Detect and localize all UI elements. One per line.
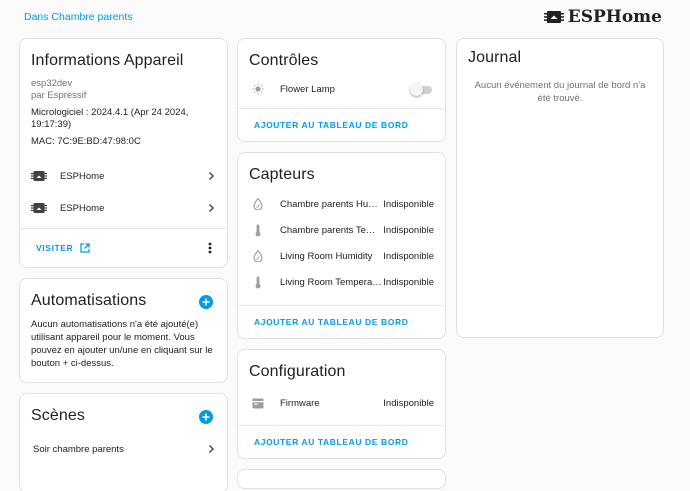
esphome-logo-icon xyxy=(543,11,564,23)
add-scene-button[interactable] xyxy=(199,410,213,424)
entity-row-sensor[interactable]: Chambre parents Humidity Indisponible xyxy=(238,191,445,217)
sensors-title: Capteurs xyxy=(249,166,315,183)
sensors-add-to-dashboard-button[interactable]: AJOUTER AU TABLEAU DE BORD xyxy=(238,306,445,338)
device-link-label: ESPHome xyxy=(60,202,105,214)
plus-icon xyxy=(202,298,210,306)
brand-name: ESPHome xyxy=(567,7,662,27)
logbook-empty-text: Aucun événement du journal de bord n'a é… xyxy=(474,80,646,104)
entity-name: Chambre parents Temperature xyxy=(280,224,382,236)
entity-row-sensor[interactable]: Living Room Temperature Indisponible xyxy=(238,269,445,295)
thermometer-icon xyxy=(251,275,265,289)
entity-name: Flower Lamp xyxy=(280,83,335,95)
visit-label: VISITER xyxy=(36,243,74,253)
next-card-partial xyxy=(237,469,446,489)
entity-row-flower-lamp[interactable]: Flower Lamp xyxy=(238,78,445,100)
light-bulb-icon xyxy=(251,82,265,96)
entity-row-firmware[interactable]: Firmware Indisponible xyxy=(238,390,445,416)
chevron-right-icon xyxy=(209,445,214,453)
water-percent-icon xyxy=(251,197,265,211)
device-link-label: ESPHome xyxy=(60,170,105,182)
scene-item[interactable]: Soir chambre parents xyxy=(20,433,227,465)
automations-title: Automatisations xyxy=(31,292,147,309)
device-link-esphome-1[interactable]: ESPHome xyxy=(20,160,227,192)
chevron-right-icon xyxy=(209,172,214,180)
add-automation-button[interactable] xyxy=(199,295,213,309)
device-info-actions: VISITER xyxy=(20,229,227,267)
entity-name: Living Room Humidity xyxy=(280,250,373,262)
column-middle: Contrôles Flower Lamp AJOUTER AU TABLEAU… xyxy=(237,38,446,491)
brand-logo: ESPHome xyxy=(543,7,662,27)
entity-state: Indisponible xyxy=(383,250,434,262)
device-model: esp32dev xyxy=(31,78,73,89)
device-info-title: Informations Appareil xyxy=(31,52,184,69)
esphome-chip-icon xyxy=(31,203,47,213)
device-link-esphome-2[interactable]: ESPHome xyxy=(20,192,227,224)
sensors-card: Capteurs Chambre parents Humidity Indisp… xyxy=(237,152,446,339)
column-right: Journal Aucun événement du journal de bo… xyxy=(456,38,664,348)
controls-add-to-dashboard-button[interactable]: AJOUTER AU TABLEAU DE BORD xyxy=(238,109,445,141)
device-manufacturer: par Espressif xyxy=(31,90,87,101)
configuration-card: Configuration Firmware Indisponible AJOU… xyxy=(237,349,446,459)
flower-lamp-toggle[interactable] xyxy=(410,83,434,96)
entity-state: Indisponible xyxy=(383,397,434,409)
device-info-card: Informations Appareil esp32dev par Espre… xyxy=(19,38,228,268)
scenes-title: Scènes xyxy=(31,407,85,424)
automations-card: Automatisations Aucun automatisations n'… xyxy=(19,278,228,383)
breadcrumb-area-link[interactable]: Dans Chambre parents xyxy=(24,11,133,23)
entity-state: Indisponible xyxy=(383,224,434,236)
configuration-title: Configuration xyxy=(249,363,346,380)
top-bar: Dans Chambre parents ESPHome xyxy=(0,0,690,36)
more-vertical-icon[interactable] xyxy=(205,241,215,255)
logbook-title: Journal xyxy=(468,49,522,66)
plus-icon xyxy=(202,413,210,421)
entity-row-sensor[interactable]: Chambre parents Temperature Indisponible xyxy=(238,217,445,243)
column-left: Informations Appareil esp32dev par Espre… xyxy=(19,38,228,491)
entity-state: Indisponible xyxy=(383,276,434,288)
entity-row-sensor[interactable]: Living Room Humidity Indisponible xyxy=(238,243,445,269)
logbook-card: Journal Aucun événement du journal de bo… xyxy=(456,38,664,338)
package-icon xyxy=(251,396,265,410)
entity-state: Indisponible xyxy=(383,198,434,210)
entity-name: Firmware xyxy=(280,397,320,409)
device-firmware: Micrologiciel : 2024.4.1 (Apr 24 2024, 1… xyxy=(31,107,189,130)
controls-card: Contrôles Flower Lamp AJOUTER AU TABLEAU… xyxy=(237,38,446,142)
device-info-details: esp32dev par Espressif Micrologiciel : 2… xyxy=(20,78,227,148)
toggle-knob xyxy=(410,83,423,96)
entity-name: Chambre parents Humidity xyxy=(280,198,382,210)
scenes-card: Scènes Soir chambre parents xyxy=(19,393,228,491)
visit-button[interactable]: VISITER xyxy=(36,243,90,253)
entity-name: Living Room Temperature xyxy=(280,276,382,288)
device-mac: MAC: 7C:9E:BD:47:98:0C xyxy=(31,136,141,147)
open-in-new-icon xyxy=(80,243,90,253)
configuration-add-to-dashboard-button[interactable]: AJOUTER AU TABLEAU DE BORD xyxy=(238,426,445,458)
thermometer-icon xyxy=(251,223,265,237)
chevron-right-icon xyxy=(209,204,214,212)
controls-title: Contrôles xyxy=(249,52,319,69)
scene-item-label: Soir chambre parents xyxy=(33,443,124,455)
esphome-chip-icon xyxy=(31,171,47,181)
water-percent-icon xyxy=(251,249,265,263)
automations-empty-text: Aucun automatisations n'a été ajouté(e) … xyxy=(31,319,213,369)
